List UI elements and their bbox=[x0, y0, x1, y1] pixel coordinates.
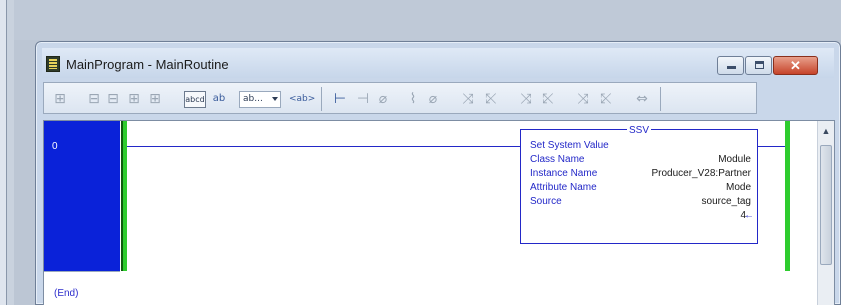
workspace-background bbox=[14, 0, 841, 40]
chevron-down-icon bbox=[272, 97, 278, 101]
rung-margin-selected[interactable]: 0 bbox=[44, 121, 120, 271]
workspace-edge bbox=[0, 0, 14, 305]
insert-element-icon[interactable]: ⊞ bbox=[148, 92, 162, 106]
param-class-name[interactable]: Class Name Module bbox=[530, 154, 751, 166]
add-rung-icon[interactable]: ⊟ bbox=[87, 92, 101, 106]
routine-window: MainProgram - MainRoutine ✕ ⊞ ⊟ ⊟ ⊞ ⊞ ab… bbox=[35, 41, 841, 305]
display-mode-dropdown[interactable]: ab... bbox=[239, 91, 281, 108]
param-instance-name[interactable]: Instance Name Producer_V28:Partner bbox=[530, 168, 751, 180]
jump-icon[interactable]: ⇔ bbox=[635, 92, 649, 106]
arrow-left-icon: ← bbox=[744, 210, 754, 221]
otl-coil-icon[interactable]: ⌇ bbox=[406, 92, 420, 106]
ladder-editor[interactable]: 0 (End) SSV Set System Value Class Name … bbox=[43, 120, 835, 305]
toolbar-separator bbox=[321, 87, 322, 111]
toolbar-separator bbox=[660, 87, 661, 111]
osr-icon[interactable]: ⤪ bbox=[484, 92, 498, 106]
scroll-up-icon[interactable]: ▲ bbox=[818, 123, 834, 139]
add-branch-icon[interactable]: ⊟ bbox=[106, 92, 120, 106]
param-source[interactable]: Source source_tag bbox=[530, 196, 751, 208]
close-icon: ✕ bbox=[790, 58, 801, 73]
add-branch-level-icon[interactable]: ⊞ bbox=[127, 92, 141, 106]
right-power-rail bbox=[785, 121, 790, 271]
param-attribute-name[interactable]: Attribute Name Mode bbox=[530, 182, 751, 194]
left-power-rail bbox=[121, 121, 127, 271]
maximize-button[interactable] bbox=[745, 56, 772, 75]
text-box-button[interactable]: abcd bbox=[184, 91, 206, 108]
vertical-scrollbar[interactable]: ▲ bbox=[817, 121, 834, 305]
rung-wire-right bbox=[758, 146, 785, 147]
tag-button[interactable]: <ab> bbox=[289, 92, 315, 106]
ons-icon[interactable]: ⤨ bbox=[461, 92, 475, 106]
ote-coil-icon[interactable]: ⌀ bbox=[376, 92, 390, 106]
counter-icon[interactable]: ⤨ bbox=[576, 92, 590, 106]
timer-icon[interactable]: ⤪ bbox=[541, 92, 555, 106]
maximize-icon bbox=[755, 61, 764, 69]
xic-contact-icon[interactable]: ⊢ bbox=[333, 92, 347, 106]
rung-comment-icon[interactable]: ab bbox=[212, 92, 226, 106]
end-rung-label[interactable]: (End) bbox=[54, 288, 78, 299]
window-title: MainProgram - MainRoutine bbox=[66, 57, 229, 72]
ladder-routine-icon bbox=[46, 56, 60, 72]
rung-wire-left bbox=[127, 146, 520, 147]
ssv-instruction-block[interactable]: SSV Set System Value Class Name Module I… bbox=[520, 125, 758, 244]
otu-coil-icon[interactable]: ⌀ bbox=[426, 92, 440, 106]
scroll-thumb[interactable] bbox=[820, 145, 832, 265]
rung-number: 0 bbox=[52, 141, 58, 152]
minimize-button[interactable] bbox=[717, 56, 744, 75]
minimize-icon bbox=[727, 66, 736, 69]
reset-icon[interactable]: ⤪ bbox=[599, 92, 613, 106]
instruction-description: Set System Value bbox=[530, 140, 609, 151]
rung-divider bbox=[44, 271, 120, 272]
branch-icon[interactable]: ⊞ bbox=[53, 92, 67, 106]
xio-contact-icon[interactable]: ⊣ bbox=[356, 92, 370, 106]
ladder-toolbar: ⊞ ⊟ ⊟ ⊞ ⊞ abcd ab ab... <ab> ⊢ ⊣ ⌀ ⌇ ⌀ ⤨… bbox=[43, 82, 757, 114]
osf-icon[interactable]: ⤨ bbox=[519, 92, 533, 106]
instruction-mnemonic: SSV bbox=[626, 125, 651, 136]
close-button[interactable]: ✕ bbox=[773, 56, 818, 75]
